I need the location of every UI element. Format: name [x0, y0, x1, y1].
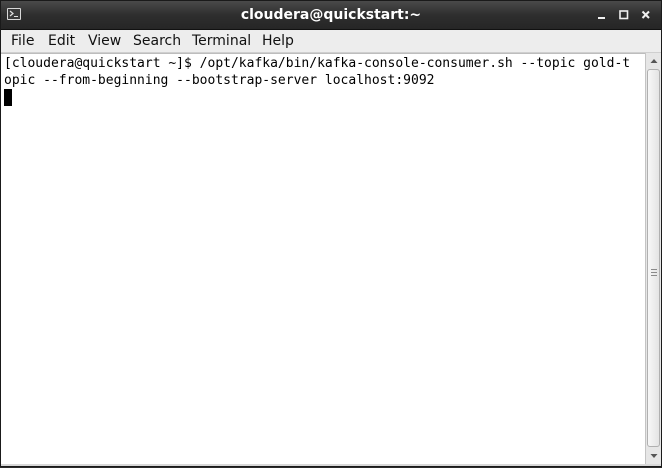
maximize-icon — [619, 10, 629, 20]
terminal-output[interactable]: [cloudera@quickstart ~]$ /opt/kafka/bin/… — [1, 53, 645, 465]
close-button[interactable] — [637, 6, 655, 24]
vertical-scrollbar[interactable] — [645, 53, 661, 464]
terminal-line: opic --from-beginning --bootstrap-server… — [4, 73, 435, 88]
window-bottom-border — [1, 464, 661, 466]
terminal-window: cloudera@quickstart:~ File Edit View Sea… — [0, 0, 662, 467]
scroll-down-arrow-icon[interactable] — [647, 449, 661, 463]
menu-edit[interactable]: Edit — [47, 32, 76, 50]
title-bar[interactable]: cloudera@quickstart:~ — [1, 1, 661, 30]
window-title: cloudera@quickstart:~ — [240, 7, 422, 23]
text-cursor — [4, 89, 12, 106]
maximize-button[interactable] — [615, 6, 633, 24]
minimize-icon — [598, 17, 605, 19]
close-icon — [641, 10, 650, 19]
menu-bar: File Edit View Search Terminal Help — [1, 30, 661, 53]
menu-view[interactable]: View — [87, 32, 122, 50]
scroll-thumb[interactable] — [647, 69, 660, 447]
menu-terminal[interactable]: Terminal — [191, 32, 252, 50]
grip-icon — [651, 269, 657, 276]
menu-help[interactable]: Help — [261, 32, 295, 50]
menu-search[interactable]: Search — [132, 32, 182, 50]
terminal-line: [cloudera@quickstart ~]$ /opt/kafka/bin/… — [4, 56, 631, 71]
menu-file[interactable]: File — [10, 32, 35, 50]
scroll-up-arrow-icon[interactable] — [647, 54, 661, 68]
minimize-button[interactable] — [593, 6, 611, 24]
